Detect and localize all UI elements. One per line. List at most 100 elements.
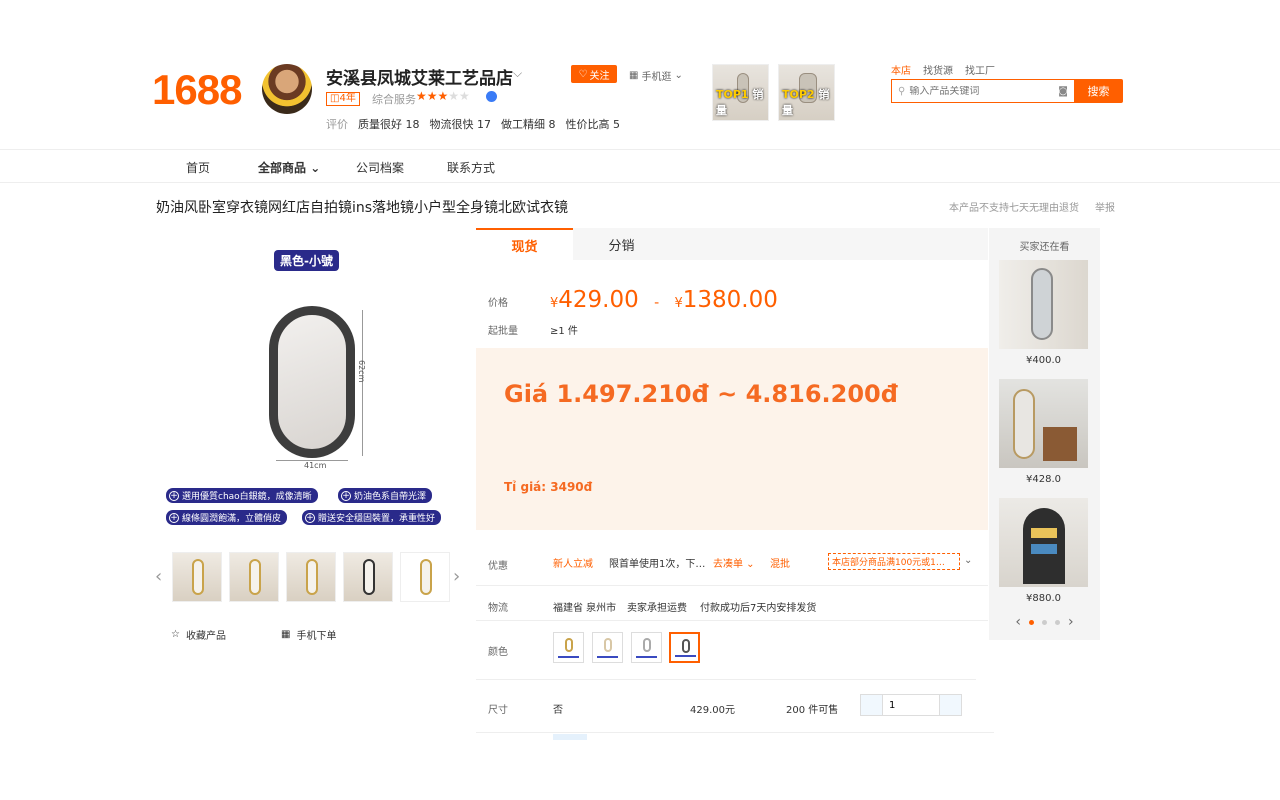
recommend-item[interactable]: ¥428.0 <box>999 379 1088 485</box>
search-input[interactable] <box>909 85 1055 97</box>
color-option[interactable] <box>631 632 662 663</box>
thumbnail[interactable] <box>343 552 393 602</box>
follow-button[interactable]: ♡ 关注 <box>571 65 617 83</box>
years-badge: ◫4年 <box>326 92 360 106</box>
recommend-item[interactable]: ¥400.0 <box>999 260 1088 366</box>
promo-new-user: 新人立减 <box>553 559 593 570</box>
chevron-left-icon[interactable]: ‹ <box>155 566 162 587</box>
report-link[interactable]: 举报 <box>1095 199 1115 214</box>
color-option[interactable] <box>592 632 623 663</box>
mobile-label: 手机逛 <box>641 72 672 83</box>
pager-dot-active[interactable] <box>1029 619 1034 625</box>
nav-contact[interactable]: 联系方式 <box>447 159 495 176</box>
nav-all-products-label: 全部商品 <box>258 161 307 175</box>
moq-label: 起批量 <box>488 326 518 337</box>
size-value: 否 <box>553 705 563 716</box>
plus-icon: + <box>169 512 179 523</box>
chevron-right-icon[interactable]: › <box>453 566 460 587</box>
nav-company[interactable]: 公司档案 <box>356 159 404 176</box>
search-button[interactable]: 搜索 <box>1074 79 1123 103</box>
quantity-stepper <box>860 694 962 716</box>
promo-label: 优惠 <box>488 561 508 572</box>
search-tab-factory[interactable]: 找工厂 <box>965 62 995 77</box>
quantity-increase-button[interactable] <box>940 695 961 715</box>
exchange-rate: Tỉ giá: 3490đ <box>504 480 593 494</box>
promo-row: 优惠 新人立减 限首单使用1次，下… 去凑单 ⌄ 混批 本店部分商品满100元或… <box>476 533 988 585</box>
thumbnail[interactable] <box>286 552 336 602</box>
size-price: 429.00元 <box>690 705 735 716</box>
plus-icon: + <box>305 512 315 523</box>
vnd-price-box: Giá 1.497.210đ ~ 4.816.200đ Tỉ giá: 3490… <box>476 348 988 530</box>
mobile-order-button[interactable]: ▦ 手机下单 <box>281 627 336 642</box>
chevron-down-icon: ⌄ <box>674 70 683 81</box>
mobile-browse-link[interactable]: ▦ 手机逛 ⌄ <box>629 68 683 83</box>
dimension-height: 62cm <box>357 360 366 383</box>
mobile-order-label: 手机下单 <box>296 631 337 642</box>
color-option[interactable] <box>553 632 584 663</box>
product-notice: 本产品不支持七天无理由退货 举报 <box>949 199 1115 214</box>
dimension-width: 41cm <box>304 461 327 470</box>
service-stars: ★★★★★ <box>416 89 470 103</box>
quantity-input[interactable] <box>882 695 940 715</box>
tab-in-stock[interactable]: 现货 <box>476 228 573 260</box>
color-option-selected[interactable] <box>669 632 700 663</box>
sidebar-title: 买家还在看 <box>1019 242 1070 253</box>
chevron-down-icon[interactable]: ⌵ <box>513 66 522 81</box>
product-title: 奶油风卧室穿衣镜网红店自拍镜ins落地镜小户型全身镜北欧试衣镜 <box>156 200 569 216</box>
search-scope-tabs: 本店 找货源 找工厂 <box>891 62 995 77</box>
recommend-image <box>999 379 1088 468</box>
search-box: ⚲ ◙ <box>891 79 1074 103</box>
years-text: 4年 <box>339 93 356 104</box>
thumbnail[interactable] <box>172 552 222 602</box>
promo-collect-link[interactable]: 去凑单 ⌄ <box>713 555 755 570</box>
no-return-notice: 本产品不支持七天无理由退货 <box>949 203 1079 214</box>
chevron-right-icon[interactable]: › <box>1068 614 1074 630</box>
rating-craft: 做工精细 8 <box>501 118 556 131</box>
size-stock: 200 件可售 <box>786 705 839 716</box>
chevron-down-icon[interactable]: ⌄ <box>964 555 972 566</box>
thumbnail[interactable] <box>400 552 450 602</box>
rating-value: 性价比高 5 <box>565 118 621 131</box>
top-product-1[interactable]: TOP1 销量 <box>712 64 769 121</box>
thumbnail[interactable] <box>229 552 279 602</box>
feature-text: 奶油色系自帶光澤 <box>354 492 427 502</box>
chevron-left-icon[interactable]: ‹ <box>1015 614 1021 630</box>
rating-logistics: 物流很快 17 <box>429 118 492 131</box>
promo-coupon[interactable]: 本店部分商品满100元或1… <box>828 553 960 570</box>
chevron-down-icon: ⌄ <box>310 161 321 175</box>
logistics-ship: 付款成功后7天内安排发货 <box>700 603 817 614</box>
star-on-icon: ★★★ <box>416 89 449 103</box>
shop-avatar[interactable] <box>262 64 312 114</box>
nav-home[interactable]: 首页 <box>186 159 210 176</box>
search-tab-shop[interactable]: 本店 <box>891 62 911 77</box>
shop-name[interactable]: 安溪县凤城艾莱工艺品店 <box>326 64 513 89</box>
recommend-item[interactable]: ¥880.0 <box>999 498 1088 604</box>
nav-all-products[interactable]: 全部商品 ⌄ <box>258 159 320 176</box>
color-label: 颜色 <box>488 647 508 658</box>
service-label: 综合服务 <box>372 93 416 106</box>
thumbnail-strip: ‹ › <box>155 552 470 602</box>
search-icon: ⚲ <box>898 85 906 97</box>
top-label: TOP1 销量 <box>716 88 764 117</box>
logistics-fee: 卖家承担运费 <box>627 603 687 614</box>
sidebar-pager: ‹ › <box>989 614 1100 630</box>
verified-icon[interactable] <box>486 91 497 102</box>
site-logo[interactable]: 1688 <box>152 66 242 114</box>
dimension-line-vertical <box>362 310 363 456</box>
plus-icon: + <box>341 490 351 501</box>
search-tab-source[interactable]: 找货源 <box>923 62 953 77</box>
pager-dot[interactable] <box>1055 619 1060 625</box>
price-range: ¥429.00 - ¥1380.00 <box>550 287 778 313</box>
pager-dot[interactable] <box>1042 619 1047 625</box>
qr-icon: ▦ <box>281 629 291 640</box>
qr-icon: ▦ <box>629 70 639 81</box>
moq-value: ≥1 件 <box>550 326 578 337</box>
tab-distribution[interactable]: 分销 <box>573 228 670 260</box>
logistics-origin: 福建省 泉州市 <box>553 603 617 614</box>
main-product-image[interactable]: 黑色-小號 62cm 41cm + 選用優質chao白銀鏡，成像清晰 + 奶油色系自… <box>160 240 465 540</box>
quantity-decrease-button[interactable] <box>861 695 882 715</box>
favorite-button[interactable]: ☆ 收藏产品 <box>171 627 226 642</box>
recommend-price: ¥880.0 <box>1026 593 1061 604</box>
top-product-2[interactable]: TOP2 销量 <box>778 64 835 121</box>
camera-icon[interactable]: ◙ <box>1058 86 1068 97</box>
